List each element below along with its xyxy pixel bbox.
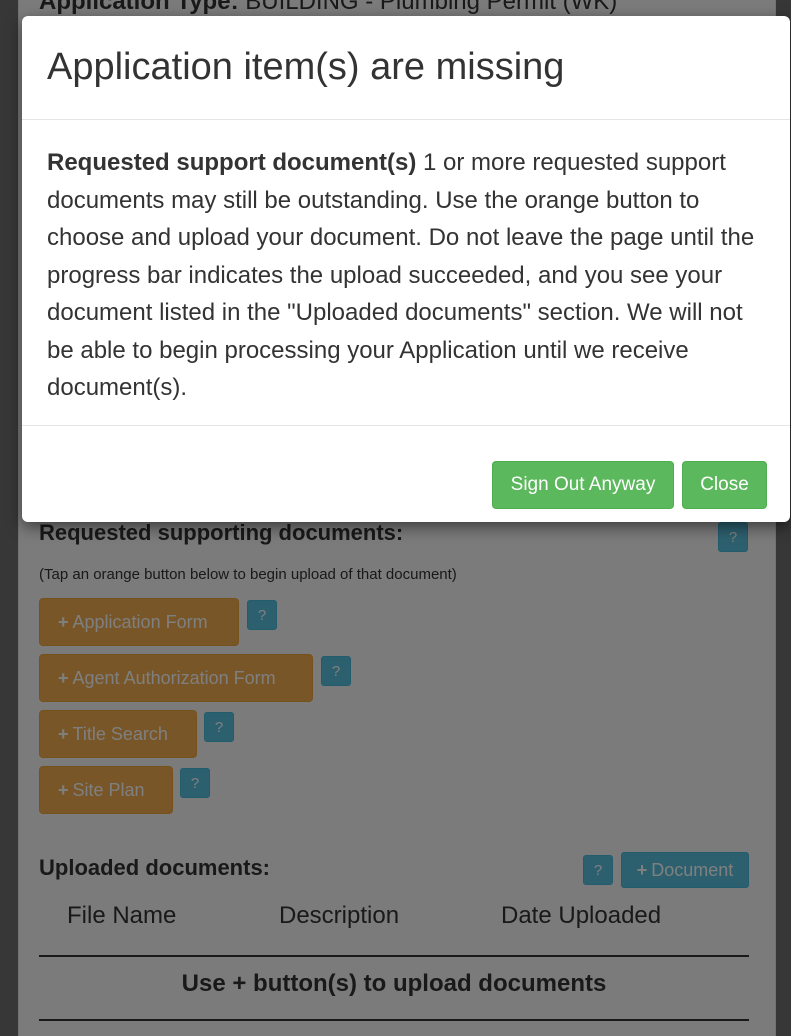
dialog-footer: Sign Out Anyway Close — [22, 425, 790, 523]
missing-items-dialog: Application item(s) are missing Requeste… — [22, 16, 790, 522]
dialog-body-text: 1 or more requested support documents ma… — [47, 149, 755, 401]
dialog-header: Application item(s) are missing — [22, 16, 790, 120]
close-button[interactable]: Close — [682, 461, 767, 509]
dialog-title: Application item(s) are missing — [47, 46, 565, 88]
sign-out-anyway-button[interactable]: Sign Out Anyway — [492, 461, 674, 509]
dialog-body: Requested support document(s) 1 or more … — [47, 144, 759, 407]
dialog-body-heading: Requested support document(s) — [47, 149, 417, 176]
